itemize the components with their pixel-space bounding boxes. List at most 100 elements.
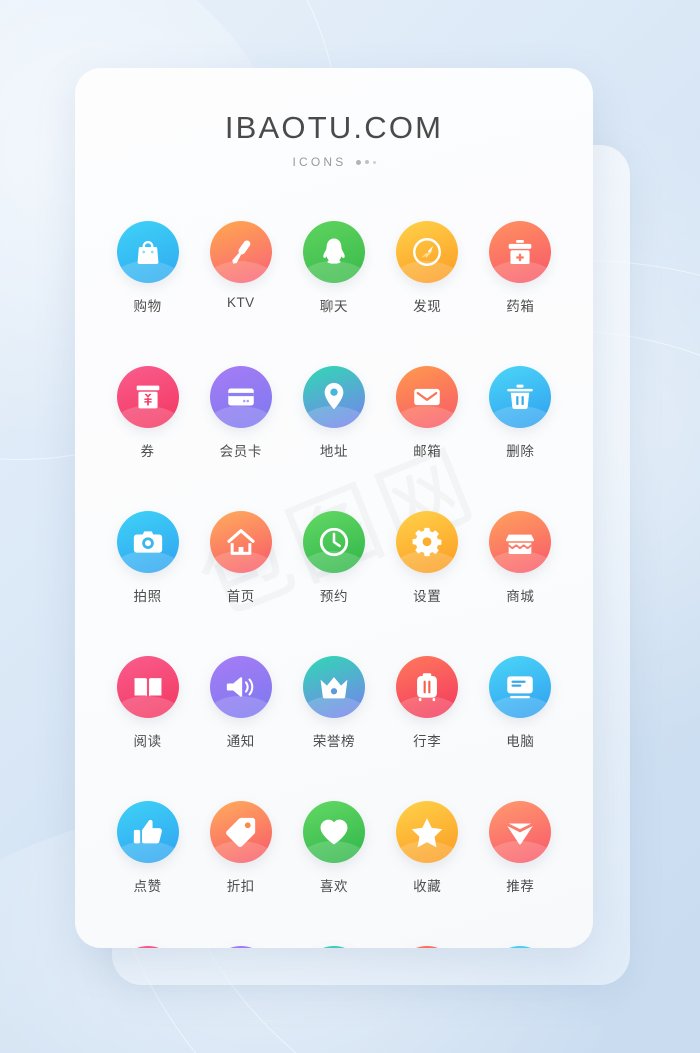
- clock-icon: [317, 525, 351, 559]
- icon-badge[interactable]: [209, 946, 272, 948]
- icon-cell[interactable]: 发现: [381, 221, 474, 315]
- shopping-bag-icon: [131, 235, 165, 269]
- icon-badge[interactable]: [209, 511, 272, 573]
- icon-badge[interactable]: [302, 366, 365, 428]
- icon-badge[interactable]: [302, 221, 365, 283]
- ellipsis-dots-icon: [355, 159, 376, 165]
- icon-cell[interactable]: 折扣: [194, 801, 287, 895]
- icon-badge[interactable]: [302, 801, 365, 863]
- microphone-icon: [224, 235, 258, 269]
- icon-badge[interactable]: [396, 946, 459, 948]
- envelope-icon: [410, 380, 444, 414]
- icon-cell[interactable]: 视频: [381, 946, 474, 948]
- page-subtitle: ICONS: [292, 155, 347, 169]
- icon-label: 荣誉榜: [312, 734, 356, 750]
- trash-icon: [503, 380, 537, 414]
- price-tag-icon: [224, 815, 258, 849]
- icon-cell[interactable]: 点赞: [101, 801, 194, 895]
- icon-cell[interactable]: 删除: [474, 366, 567, 460]
- storefront-icon: [503, 525, 537, 559]
- icon-cell[interactable]: 首页: [194, 511, 287, 605]
- icon-cell[interactable]: 会员卡: [194, 366, 287, 460]
- icon-label: 发现: [413, 299, 442, 315]
- icon-label: 删除: [506, 444, 535, 460]
- icon-badge[interactable]: [209, 366, 272, 428]
- icon-cell[interactable]: 药箱: [474, 221, 567, 315]
- icon-badge[interactable]: [396, 511, 459, 573]
- icon-badge[interactable]: [302, 946, 365, 948]
- icon-label: 预约: [319, 589, 349, 605]
- icon-cell[interactable]: 通知: [194, 656, 287, 750]
- speaker-icon: [224, 670, 258, 704]
- icon-cell[interactable]: 地址: [287, 366, 380, 460]
- icon-cell[interactable]: 购物: [101, 221, 194, 315]
- icon-label: 行李: [413, 734, 442, 750]
- icon-badge[interactable]: [396, 801, 459, 863]
- icon-badge[interactable]: [209, 221, 272, 283]
- icon-grid: 购物 KTV 聊天 发现 药箱券 会员卡 地址 邮箱 删除拍照 首页 预约 设置 商城阅读 通知 荣誉榜 行李…: [75, 221, 593, 948]
- icon-badge[interactable]: [116, 946, 179, 948]
- subtitle-row: ICONS: [75, 155, 593, 169]
- icon-cell[interactable]: 聊天: [287, 221, 380, 315]
- medical-kit-icon: [503, 235, 537, 269]
- icon-label: 点赞: [133, 879, 162, 895]
- icon-cell[interactable]: 设置: [381, 511, 474, 605]
- icon-badge[interactable]: [489, 221, 552, 283]
- icon-badge[interactable]: [209, 656, 272, 718]
- thumbs-up-icon: [131, 815, 165, 849]
- icon-cell[interactable]: 预约: [287, 511, 380, 605]
- icon-cell[interactable]: 荣誉榜: [287, 656, 380, 750]
- icon-badge[interactable]: [489, 656, 552, 718]
- membership-card-icon: [224, 380, 258, 414]
- icon-cell[interactable]: 充值: [194, 946, 287, 948]
- page-title: IBAOTU.COM: [224, 110, 444, 145]
- icon-badge[interactable]: [489, 801, 552, 863]
- camera-icon: [131, 525, 165, 559]
- icon-cell[interactable]: 留言: [287, 946, 380, 948]
- icon-badge[interactable]: [116, 366, 179, 428]
- icon-badge[interactable]: [209, 801, 272, 863]
- icon-label: 拍照: [133, 589, 162, 605]
- icon-badge[interactable]: [302, 511, 365, 573]
- coupon-yuan-icon: [131, 380, 165, 414]
- icon-label: 会员卡: [219, 444, 262, 460]
- card-header: IBAOTU.COM ICONS: [75, 68, 593, 169]
- icon-label: KTV: [227, 295, 255, 310]
- penguin-chat-icon: [317, 235, 351, 269]
- icon-cell[interactable]: 分类: [101, 946, 194, 948]
- icon-cell[interactable]: 行李: [381, 656, 474, 750]
- icon-label: 首页: [226, 589, 255, 605]
- icon-label: 邮箱: [413, 444, 442, 460]
- icon-cell[interactable]: 喜欢: [287, 801, 380, 895]
- icon-badge[interactable]: [302, 656, 365, 718]
- monitor-icon: [503, 670, 537, 704]
- icon-badge[interactable]: [396, 366, 459, 428]
- icon-cell[interactable]: 电脑: [474, 656, 567, 750]
- icon-badge[interactable]: [116, 801, 179, 863]
- icon-cell[interactable]: 支付: [474, 946, 567, 948]
- icon-badge[interactable]: [116, 511, 179, 573]
- icon-cell[interactable]: 拍照: [101, 511, 194, 605]
- icon-badge[interactable]: [489, 946, 552, 948]
- location-pin-icon: [317, 380, 351, 414]
- icon-cell[interactable]: 商城: [474, 511, 567, 605]
- icon-label: 券: [140, 444, 155, 460]
- icon-cell[interactable]: KTV: [194, 221, 287, 315]
- icon-badge[interactable]: [396, 221, 459, 283]
- heart-icon: [317, 815, 351, 849]
- icon-cell[interactable]: 券: [101, 366, 194, 460]
- icon-label: 商城: [506, 589, 535, 605]
- icon-cell[interactable]: 收藏: [381, 801, 474, 895]
- icon-label: 地址: [319, 444, 349, 460]
- icon-badge[interactable]: [116, 656, 179, 718]
- icon-cell[interactable]: 阅读: [101, 656, 194, 750]
- icon-badge[interactable]: [116, 221, 179, 283]
- book-icon: [131, 670, 165, 704]
- icon-badge[interactable]: [489, 366, 552, 428]
- icon-badge[interactable]: [489, 511, 552, 573]
- icon-cell[interactable]: 推荐: [474, 801, 567, 895]
- icon-cell[interactable]: 邮箱: [381, 366, 474, 460]
- icon-badge[interactable]: [396, 656, 459, 718]
- icon-label: 收藏: [413, 879, 442, 895]
- icon-label: 电脑: [506, 734, 535, 750]
